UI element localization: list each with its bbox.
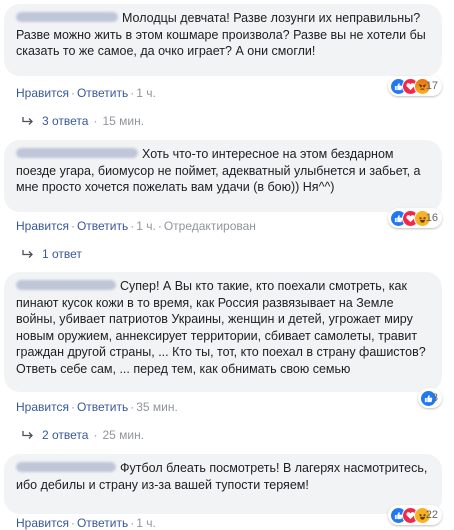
reply-link[interactable]: Ответить: [77, 516, 128, 530]
separator-dot: ·: [130, 516, 135, 530]
comment-actions: Нравится · Ответить · 35 мин.: [16, 400, 178, 414]
author-name-blurred[interactable]: [16, 148, 138, 158]
reply-arrow-icon: [22, 117, 33, 125]
comment-bubble: Хоть что-то интересное на этом бездарном…: [4, 140, 442, 212]
replies-count[interactable]: 3 ответа: [42, 114, 88, 128]
separator-dot: ·: [157, 219, 162, 233]
comment-actions: Нравится · Ответить · 1 ч.: [16, 86, 156, 100]
comment-time[interactable]: 1 ч.: [136, 86, 156, 100]
comment-actions: Нравится · Ответить · 1 ч. · Отредактирован: [16, 219, 256, 233]
replies-time: 25 мин.: [102, 428, 145, 442]
comment-time[interactable]: 1 ч.: [136, 219, 156, 233]
like-link[interactable]: Нравится: [16, 219, 69, 233]
reactions-summary[interactable]: 17: [387, 76, 442, 96]
comment-time[interactable]: 35 мин.: [136, 400, 178, 414]
replies-count[interactable]: 2 ответа: [42, 428, 88, 442]
reactions-summary[interactable]: 22: [387, 505, 442, 525]
view-replies-link[interactable]: 1 ответ: [22, 247, 82, 261]
reply-link[interactable]: Ответить: [77, 86, 128, 100]
separator-dot: ·: [70, 86, 75, 100]
edited-label[interactable]: Отредактирован: [164, 219, 256, 233]
reply-link[interactable]: Ответить: [77, 400, 128, 414]
comment-time[interactable]: 1 ч.: [136, 516, 156, 530]
separator-dot: ·: [130, 219, 135, 233]
separator-dot: ·: [70, 516, 75, 530]
separator-dot: ·: [93, 428, 98, 442]
comment-text: Супер! А Вы кто такие, кто поехали смотр…: [16, 279, 426, 376]
replies-count[interactable]: 1 ответ: [42, 247, 82, 261]
reply-arrow-icon: [22, 431, 33, 439]
view-replies-link[interactable]: 2 ответа · 25 мин.: [22, 428, 144, 442]
like-link[interactable]: Нравится: [16, 86, 69, 100]
comment-bubble: Молодцы девчата! Разве лозунги их неправ…: [4, 4, 442, 76]
reply-arrow-icon: [22, 250, 33, 258]
separator-dot: ·: [130, 400, 135, 414]
like-link[interactable]: Нравится: [16, 516, 69, 530]
like-link[interactable]: Нравится: [16, 400, 69, 414]
reaction-count: 17: [425, 80, 438, 92]
comment-actions: Нравится · Ответить · 1 ч.: [16, 516, 156, 530]
replies-time: 15 мин.: [102, 114, 145, 128]
reactions-summary[interactable]: 3: [417, 388, 442, 408]
author-name-blurred[interactable]: [16, 280, 116, 290]
reactions-summary[interactable]: 16: [387, 208, 442, 228]
reply-link[interactable]: Ответить: [77, 219, 128, 233]
reaction-count: 22: [425, 509, 438, 521]
separator-dot: ·: [70, 219, 75, 233]
view-replies-link[interactable]: 3 ответа · 15 мин.: [22, 114, 144, 128]
reaction-count: 3: [431, 392, 438, 404]
separator-dot: ·: [93, 114, 98, 128]
reaction-count: 16: [425, 212, 438, 224]
author-name-blurred[interactable]: [16, 12, 118, 22]
comment-bubble: Футбол блеать посмотреть! В лагерях насм…: [4, 454, 442, 514]
comment-bubble: Супер! А Вы кто такие, кто поехали смотр…: [4, 272, 442, 392]
author-name-blurred[interactable]: [16, 462, 116, 472]
separator-dot: ·: [130, 86, 135, 100]
separator-dot: ·: [70, 400, 75, 414]
